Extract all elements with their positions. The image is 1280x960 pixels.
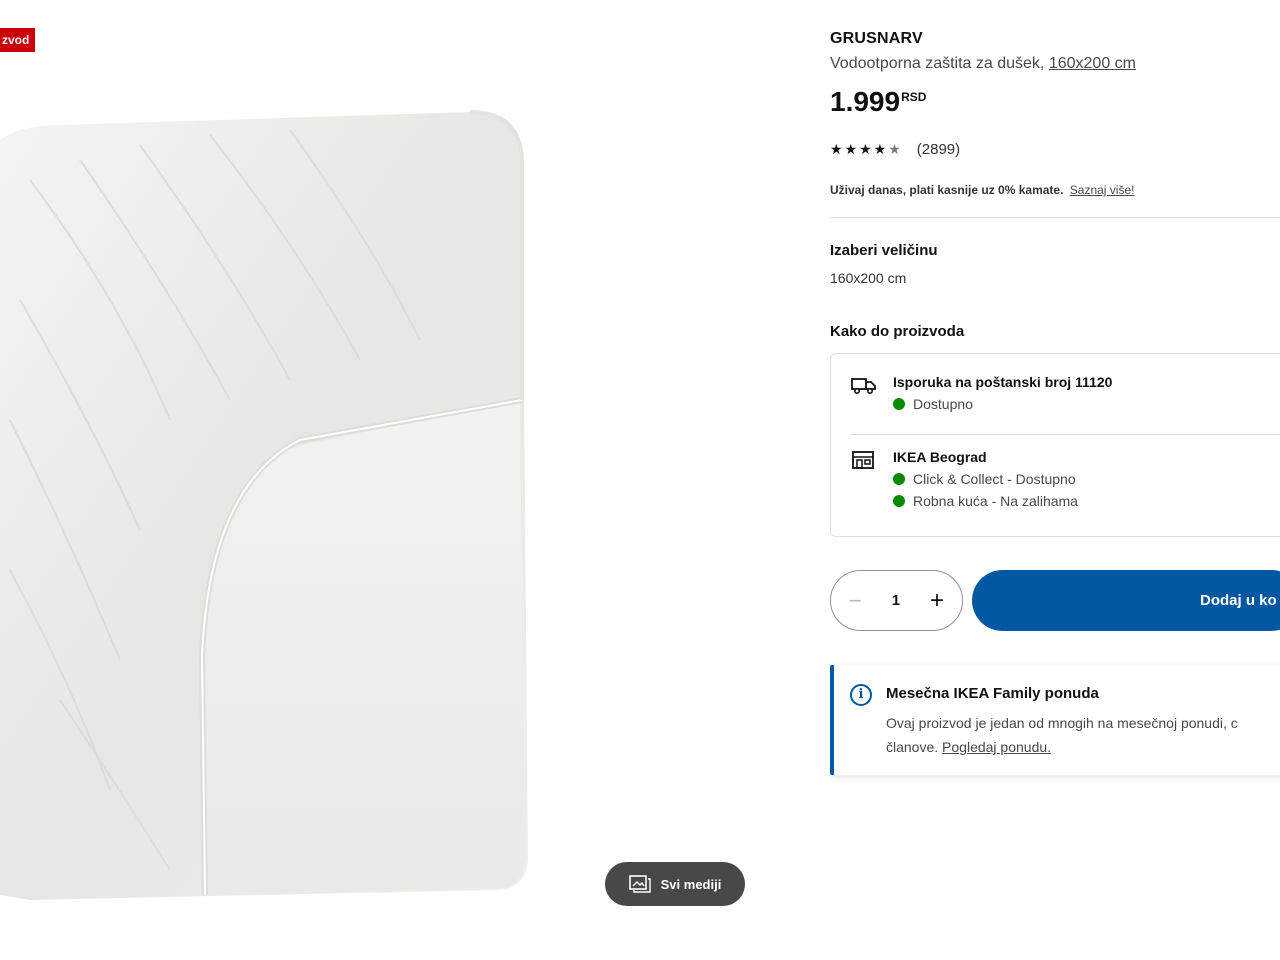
product-image[interactable] <box>0 100 540 900</box>
offer-text-line2: članove. <box>886 739 939 755</box>
availability-box: Isporuka na poštanski broj 11120 Dostupn… <box>830 353 1280 537</box>
rating-count: (2899) <box>916 141 961 158</box>
store-status-collect: Click & Collect - Dostupno <box>893 471 1078 487</box>
delivery-status-text: Dostupno <box>913 396 973 412</box>
quantity-stepper[interactable]: − 1 + <box>830 570 963 631</box>
status-dot-icon <box>893 398 905 410</box>
add-to-cart-button[interactable]: Dodaj u ko <box>972 570 1280 631</box>
gallery-icon <box>628 875 651 893</box>
quantity-value[interactable]: 1 <box>892 592 900 609</box>
product-media-gallery: zvod Svi mediji <box>0 0 760 960</box>
delivery-title: Isporuka na poštanski broj 11120 <box>893 374 1113 390</box>
size-selector-value[interactable]: 160x200 cm <box>830 270 906 286</box>
product-size-link[interactable]: 160x200 cm <box>1049 55 1136 72</box>
availability-divider <box>851 434 1280 435</box>
info-icon: i <box>850 684 872 706</box>
size-selector-heading: Izaberi veličinu <box>830 242 938 259</box>
rating-stars-icon: ★★★★★ <box>830 141 903 157</box>
product-rating[interactable]: ★★★★★ (2899) <box>830 141 960 158</box>
increase-quantity-button[interactable]: + <box>930 587 944 615</box>
store-title: IKEA Beograd <box>893 449 987 465</box>
store-status-stock-text: Robna kuća - Na zalihama <box>913 493 1078 509</box>
store-status-stock: Robna kuća - Na zalihama <box>893 493 1078 509</box>
add-to-cart-label: Dodaj u ko <box>1200 592 1277 609</box>
offer-title: Mesečna IKEA Family ponuda <box>886 685 1099 702</box>
offer-text: Ovaj proizvod je jedan od mnogih na mese… <box>886 711 1280 759</box>
offer-link[interactable]: Pogledaj ponudu. <box>942 739 1051 755</box>
offer-text-line1: Ovaj proizvod je jedan od mnogih na mese… <box>886 715 1238 731</box>
price-value: 1.999 <box>830 86 901 117</box>
store-icon <box>852 451 874 469</box>
availability-heading: Kako do proizvoda <box>830 323 965 340</box>
product-brand: GRUSNARV <box>830 30 923 47</box>
delivery-availability[interactable]: Isporuka na poštanski broj 11120 Dostupn… <box>851 374 1112 418</box>
product-description-text: Vodootporna zaštita za dušek, <box>830 55 1045 72</box>
store-status-collect-text: Click & Collect - Dostupno <box>913 471 1076 487</box>
family-offer-banner: i Mesečna IKEA Family ponuda Ovaj proizv… <box>830 665 1280 775</box>
product-description: Vodootporna zaštita za dušek, 160x200 cm <box>830 55 1136 73</box>
store-availability[interactable]: IKEA Beograd Click & Collect - Dostupno … <box>851 449 1078 515</box>
delivery-status: Dostupno <box>893 396 1112 412</box>
status-dot-icon <box>893 473 905 485</box>
all-media-button[interactable]: Svi mediji <box>605 862 745 906</box>
product-info-panel: GRUSNARV Vodootporna zaštita za dušek, 1… <box>830 0 1280 960</box>
status-dot-icon <box>893 495 905 507</box>
truck-icon <box>851 378 876 395</box>
divider <box>830 217 1280 218</box>
product-price: 1.999RSD <box>830 86 926 118</box>
price-currency: RSD <box>901 90 927 104</box>
decrease-quantity-button[interactable]: − <box>849 588 862 614</box>
all-media-label: Svi mediji <box>660 876 722 892</box>
financing-note: Uživaj danas, plati kasnije uz 0% kamate… <box>830 183 1134 197</box>
financing-text: Uživaj danas, plati kasnije uz 0% kamate… <box>830 183 1064 197</box>
product-badge: zvod <box>0 28 36 52</box>
financing-learn-more-link[interactable]: Saznaj više! <box>1070 183 1135 197</box>
